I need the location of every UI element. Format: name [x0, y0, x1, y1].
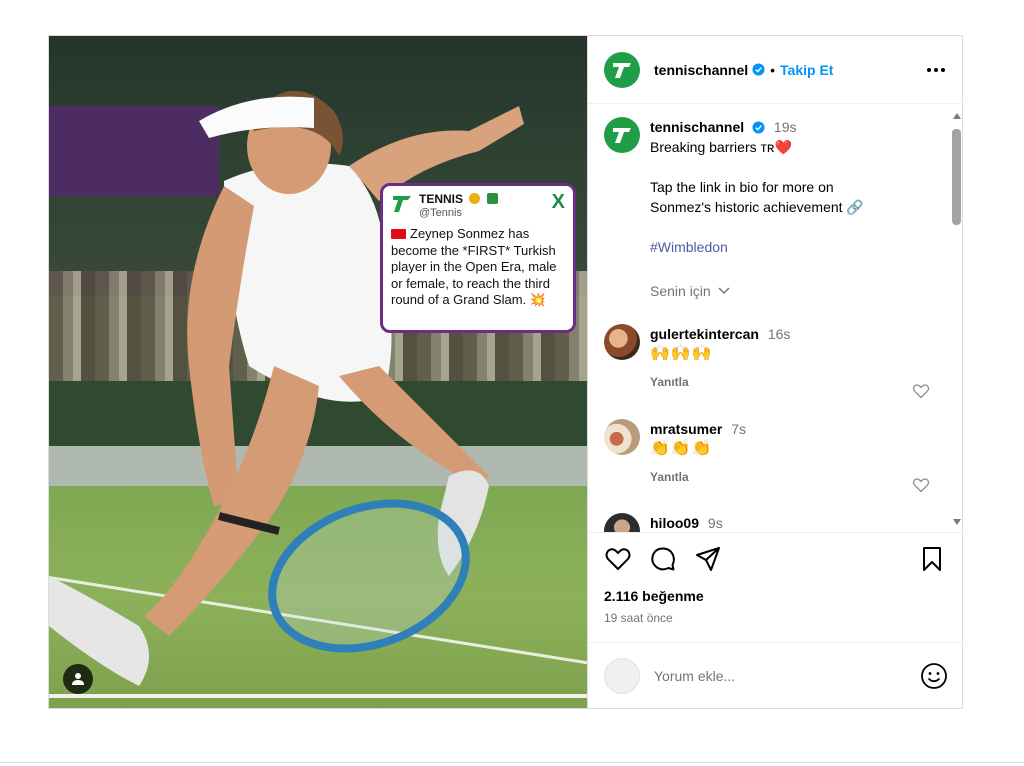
caption-line3: Sonmez's historic achievement 🔗 — [650, 199, 864, 215]
heart-icon[interactable] — [604, 545, 632, 573]
post-actions: 2.116 beğenme 19 saat önce — [588, 532, 964, 642]
comment-body: hiloo09 9s — [650, 513, 944, 532]
comment-item: mratsumer 7s 👏👏👏 Yanıtla — [604, 419, 944, 487]
likes-count[interactable]: 2.116 beğenme — [604, 588, 704, 604]
caption-line2: Tap the link in bio for more on — [650, 179, 834, 195]
comment-username[interactable]: mratsumer — [650, 421, 722, 437]
post-image[interactable]: TENNIS @Tennis X Zeynep Sonmez has becom… — [49, 36, 587, 708]
page-divider — [0, 762, 1024, 763]
tweet-header: TENNIS @Tennis X — [391, 192, 565, 220]
comment-text: 🙌🙌🙌 — [650, 345, 713, 362]
comments-list[interactable]: tennischannel 19s Breaking barriers ᴛʀ❤️… — [588, 105, 964, 532]
tweet-name: TENNIS — [419, 192, 464, 206]
share-icon[interactable] — [694, 545, 722, 573]
avatar[interactable] — [604, 419, 640, 455]
comment-body: mratsumer 7s 👏👏👏 Yanıtla — [650, 419, 944, 487]
bookmark-icon[interactable] — [918, 545, 946, 573]
more-options-button[interactable] — [924, 58, 948, 82]
comment-icon[interactable] — [649, 545, 677, 573]
tweet-handle: @Tennis — [419, 207, 462, 219]
caption-line1: Breaking barriers ᴛʀ❤️ — [650, 139, 792, 155]
comment-time[interactable]: 16s — [768, 326, 791, 342]
verified-icon — [752, 63, 765, 76]
current-user-avatar — [604, 657, 640, 694]
comment-item: gulertekintercan 16s 🙌🙌🙌 Yanıtla — [604, 324, 944, 392]
scrollbar[interactable] — [950, 113, 964, 525]
post-time[interactable]: 19 saat önce — [604, 611, 673, 625]
hashtag-link[interactable]: #Wimbledon — [650, 237, 944, 257]
comment-username[interactable]: gulertekintercan — [650, 326, 759, 342]
comment-text: 👏👏👏 — [650, 440, 713, 457]
turkey-flag-icon — [391, 229, 406, 239]
tweet-card: TENNIS @Tennis X Zeynep Sonmez has becom… — [380, 183, 576, 333]
caption-username[interactable]: tennischannel — [650, 119, 744, 135]
follow-button[interactable]: Takip Et — [780, 62, 833, 78]
affiliate-badge-icon — [486, 193, 498, 204]
comment-time[interactable]: 9s — [708, 515, 723, 531]
user-tag-button[interactable] — [63, 664, 93, 694]
comment-time[interactable]: 7s — [731, 421, 746, 437]
tennischannel-logo-icon — [613, 128, 631, 143]
tennis-player-figure — [49, 90, 524, 686]
caption-avatar[interactable] — [604, 117, 640, 153]
tennis-logo-icon — [391, 192, 413, 214]
separator: • — [770, 61, 776, 78]
verified-gold-icon — [469, 193, 481, 204]
tennischannel-logo-icon — [613, 62, 631, 78]
tweet-text: Zeynep Sonmez has become the *FIRST* Tur… — [391, 226, 557, 307]
caption-time[interactable]: 19s — [774, 119, 797, 135]
verified-icon — [752, 121, 765, 134]
chevron-down-icon — [718, 287, 730, 294]
scroll-down-icon[interactable] — [953, 519, 961, 525]
reply-button[interactable]: Yanıtla — [650, 372, 944, 392]
x-logo-icon: X — [551, 191, 565, 213]
translation-row[interactable]: Senin için — [650, 281, 944, 301]
comment-item: hiloo09 9s — [604, 513, 944, 532]
action-bar — [604, 545, 948, 575]
avatar[interactable] — [604, 51, 640, 88]
caption: tennischannel 19s Breaking barriers ᴛʀ❤️… — [604, 117, 944, 301]
avatar[interactable] — [604, 513, 640, 532]
comment-username[interactable]: hiloo09 — [650, 515, 699, 531]
heart-icon[interactable] — [912, 382, 930, 400]
post-sidebar: tennischannel • Takip Et tennischannel 1… — [587, 36, 964, 708]
scroll-up-icon[interactable] — [953, 113, 961, 119]
more-options-icon — [927, 67, 945, 72]
tweet-author: TENNIS @Tennis — [419, 192, 546, 220]
heart-icon[interactable] — [912, 476, 930, 494]
post-author[interactable]: tennischannel — [654, 62, 748, 78]
post-header: tennischannel • Takip Et — [588, 36, 964, 104]
comment-body: gulertekintercan 16s 🙌🙌🙌 Yanıtla — [650, 324, 944, 392]
translation-label[interactable]: Senin için — [650, 283, 711, 299]
reply-button[interactable]: Yanıtla — [650, 467, 944, 487]
avatar[interactable] — [604, 324, 640, 360]
instagram-post: TENNIS @Tennis X Zeynep Sonmez has becom… — [48, 35, 964, 709]
user-tag-icon — [72, 673, 84, 685]
scroll-thumb[interactable] — [952, 129, 961, 225]
add-comment-bar — [588, 642, 964, 708]
comment-input[interactable] — [654, 667, 894, 684]
caption-body: tennischannel 19s Breaking barriers ᴛʀ❤️… — [650, 117, 944, 301]
smile-icon[interactable] — [920, 662, 948, 690]
